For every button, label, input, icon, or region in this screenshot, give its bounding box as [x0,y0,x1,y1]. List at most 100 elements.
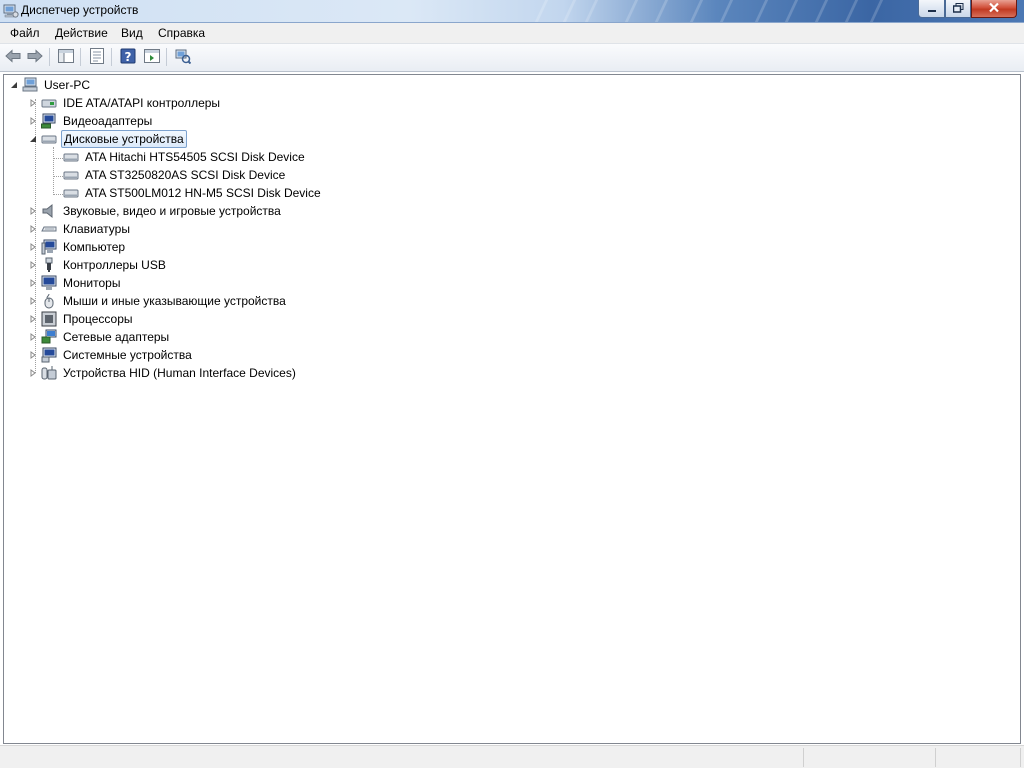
tree-device-disk-3[interactable]: ATA ST500LM012 HN-M5 SCSI Disk Device [63,184,323,202]
expand-triangle-icon[interactable] [28,296,38,306]
tree-connector [53,194,63,195]
tree-category-system[interactable]: Системные устройства [28,346,194,364]
processor-icon [41,311,57,327]
tree-category-network[interactable]: Сетевые адаптеры [28,328,171,346]
status-bar [0,745,1024,768]
disk-drive-icon [63,167,79,183]
tree-category-disk-drives[interactable]: Дисковые устройства [28,130,187,148]
device-manager-icon [3,3,19,19]
category-label: Дисковые устройства [61,130,187,148]
title-bar[interactable]: Диспетчер устройств [0,0,1024,23]
properties-button[interactable] [88,47,106,67]
device-label: ATA Hitachi HTS54505 SCSI Disk Device [85,150,305,164]
collapse-triangle-icon[interactable] [28,134,38,144]
menu-bar: Файл Действие Вид Справка [0,23,1024,43]
forward-button[interactable] [26,48,44,66]
svg-text:?: ? [125,50,132,64]
status-segment [803,748,804,767]
help-button[interactable]: ? [119,48,137,66]
restore-button[interactable] [945,0,971,18]
network-adapter-icon [41,329,57,345]
show-hide-tree-button[interactable] [57,48,75,66]
restore-icon [952,2,964,16]
tree-connector [53,147,54,193]
category-label: Видеоадаптеры [63,114,153,128]
menu-view[interactable]: Вид [121,26,143,40]
disk-drive-icon [63,149,79,165]
collapse-triangle-icon[interactable] [9,80,19,90]
help-icon: ? [120,48,136,67]
status-segment [1020,748,1021,767]
tree-category-keyboards[interactable]: Клавиатуры [28,220,132,238]
tree-category-processors[interactable]: Процессоры [28,310,135,328]
tree-category-usb[interactable]: Контроллеры USB [28,256,168,274]
properties-icon [90,47,104,67]
category-label: Мыши и иные указывающие устройства [63,294,286,308]
back-button[interactable] [4,48,22,66]
monitor-icon [41,275,57,291]
category-label: Звуковые, видео и игровые устройства [63,204,281,218]
tree-category-sound[interactable]: Звуковые, видео и игровые устройства [28,202,283,220]
tree-category-mice[interactable]: Мыши и иные указывающие устройства [28,292,288,310]
expand-triangle-icon[interactable] [28,332,38,342]
action-pane-button[interactable] [143,48,161,66]
expand-triangle-icon[interactable] [28,242,38,252]
computer-icon [22,77,38,93]
disk-drive-icon [63,185,79,201]
window-title: Диспетчер устройств [21,3,139,17]
minimize-button[interactable] [918,0,945,18]
tree-connector [53,158,63,159]
ide-controller-icon [41,95,57,111]
expand-triangle-icon[interactable] [28,224,38,234]
disk-drive-icon [41,131,57,147]
tree-root-user-pc[interactable]: User-PC [9,76,92,94]
toolbar-separator [166,48,167,66]
expand-triangle-icon[interactable] [28,278,38,288]
expand-triangle-icon[interactable] [28,260,38,270]
computer-monitor-icon [41,239,57,255]
system-device-icon [41,347,57,363]
expand-triangle-icon[interactable] [28,98,38,108]
back-arrow-icon [5,48,21,66]
category-label: Системные устройства [63,348,192,362]
tree-device-disk-2[interactable]: ATA ST3250820AS SCSI Disk Device [63,166,287,184]
close-icon [988,2,1000,16]
minimize-icon [927,2,937,16]
tree-category-video-adapters[interactable]: Видеоадаптеры [28,112,154,130]
category-label: Сетевые адаптеры [63,330,170,344]
category-label: IDE ATA/ATAPI контроллеры [63,96,221,110]
expand-triangle-icon[interactable] [28,368,38,378]
hid-icon [41,365,57,381]
close-button[interactable] [971,0,1017,18]
forward-arrow-icon [27,48,43,66]
tree-category-monitors[interactable]: Мониторы [28,274,122,292]
category-label: Процессоры [63,312,133,326]
device-tree[interactable]: User-PC IDE ATA/ATAPI контроллеры Видеоа… [3,74,1021,744]
tree-category-computer[interactable]: Компьютер [28,238,127,256]
toolbar-separator [111,48,112,66]
mouse-icon [41,293,57,309]
menu-file[interactable]: Файл [10,26,40,40]
keyboard-icon [41,221,57,237]
menu-help[interactable]: Справка [158,26,205,40]
device-label: ATA ST500LM012 HN-M5 SCSI Disk Device [85,186,321,200]
tree-category-ide-ata[interactable]: IDE ATA/ATAPI контроллеры [28,94,222,112]
category-label: Контроллеры USB [63,258,166,272]
toolbar-separator [80,48,81,66]
scan-hardware-button[interactable] [174,48,192,66]
expand-triangle-icon[interactable] [28,206,38,216]
menu-action[interactable]: Действие [55,26,108,40]
category-label: Устройства HID (Human Interface Devices) [63,366,296,380]
display-adapter-icon [41,113,57,129]
expand-triangle-icon[interactable] [28,116,38,126]
category-label: Клавиатуры [63,222,130,236]
usb-icon [41,257,57,273]
scan-hardware-icon [175,48,192,67]
category-label: Мониторы [63,276,121,290]
expand-triangle-icon[interactable] [28,314,38,324]
device-label: ATA ST3250820AS SCSI Disk Device [85,168,286,182]
tree-category-hid[interactable]: Устройства HID (Human Interface Devices) [28,364,298,382]
tree-device-disk-1[interactable]: ATA Hitachi HTS54505 SCSI Disk Device [63,148,307,166]
expand-triangle-icon[interactable] [28,350,38,360]
action-pane-icon [144,48,160,66]
